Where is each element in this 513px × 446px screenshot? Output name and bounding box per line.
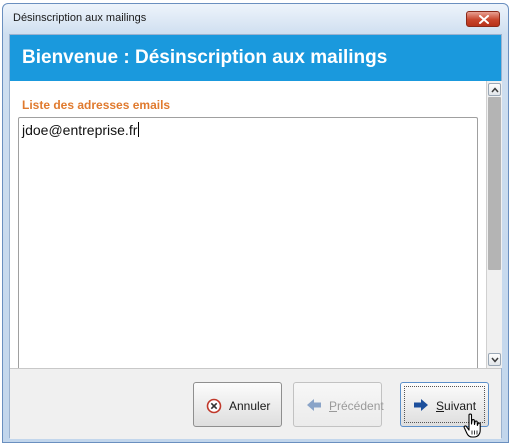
scroll-down-button[interactable]: [488, 353, 501, 366]
chevron-down-icon: [491, 357, 499, 363]
email-list-textarea[interactable]: jdoe@entreprise.fr: [18, 117, 478, 369]
close-button[interactable]: [466, 11, 500, 27]
next-button-label: Suivant: [436, 399, 477, 413]
page-title: Bienvenue : Désinscription aux mailings: [22, 47, 388, 68]
dialog-client-area: Bienvenue : Désinscription aux mailings …: [9, 34, 502, 439]
arrow-right-icon: [414, 399, 428, 411]
hand-cursor-icon: [463, 413, 481, 438]
scroll-up-button[interactable]: [488, 83, 501, 96]
button-bar: Annuler Précédent Suivant: [10, 368, 501, 439]
title-bar[interactable]: Désinscription aux mailings: [3, 4, 508, 34]
close-icon: [479, 15, 489, 24]
header-banner: Bienvenue : Désinscription aux mailings: [10, 35, 501, 81]
scroll-thumb[interactable]: [488, 97, 501, 270]
content-panel: Liste des adresses emails jdoe@entrepris…: [10, 81, 487, 369]
text-caret: [138, 122, 140, 137]
window-title: Désinscription aux mailings: [13, 12, 147, 24]
vertical-scrollbar[interactable]: [487, 81, 502, 368]
cancel-button[interactable]: Annuler: [193, 382, 282, 427]
chevron-up-icon: [491, 87, 499, 93]
email-list-label: Liste des adresses emails: [22, 98, 171, 112]
email-list-value: jdoe@entreprise.fr: [22, 122, 138, 138]
cancel-circle-icon: [206, 398, 222, 414]
previous-button-label: Précédent: [329, 399, 384, 413]
cancel-button-label: Annuler: [229, 399, 271, 413]
dialog-window: Désinscription aux mailings Bienvenue : …: [2, 3, 509, 443]
arrow-left-icon: [307, 399, 321, 411]
previous-button[interactable]: Précédent: [293, 382, 384, 427]
